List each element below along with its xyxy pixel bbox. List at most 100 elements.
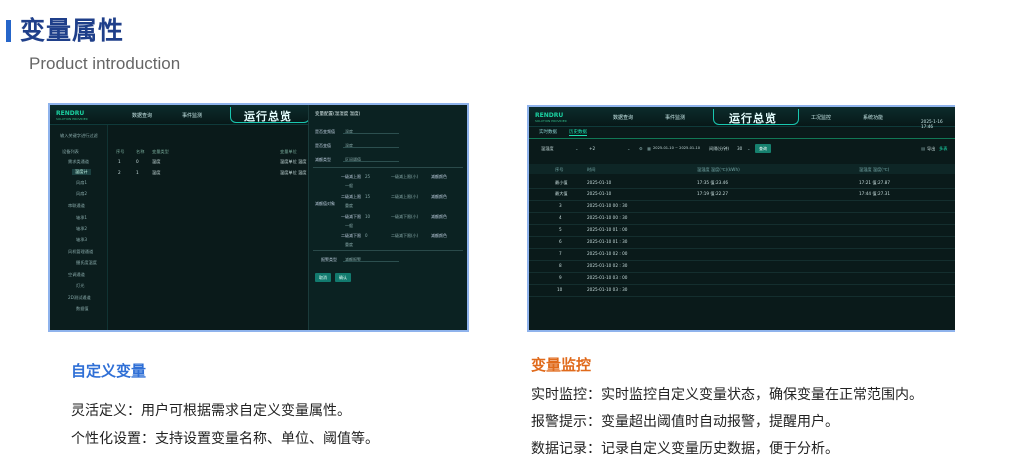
variable-select[interactable]: +2 [589,146,595,151]
tree-filter-input[interactable]: 输入关键字进行过滤 [60,133,98,139]
row-divider [529,188,955,189]
threshold-value[interactable]: 0 [365,233,368,238]
tree-item[interactable]: 轴承2 [76,226,87,232]
tree-item[interactable]: 摄氏度温度 [76,260,97,266]
threshold-level[interactable]: 一般 [345,223,353,229]
table-cell: 2025-01-10 02 : 30 [587,263,628,268]
table-cell: 2025-01-10 02 : 00 [587,251,628,256]
tree-item[interactable]: 数据值 [76,306,89,312]
interval-select[interactable]: 30 [737,146,742,151]
settings-icon[interactable]: ⚙ [639,146,643,151]
tree-item[interactable]: 轴承3 [76,237,87,243]
threshold-extra: 二级减上限(小) [391,194,419,199]
threshold-value[interactable]: 15 [365,194,370,199]
tree-item[interactable]: 空调通道 [68,272,85,278]
nav-data-query[interactable]: 数据查询 [132,112,152,119]
tree-item[interactable]: 设备列表 [62,149,79,155]
table-cell: 1 [118,159,121,164]
app-logo: RENDRU [535,112,564,119]
threshold-label: 二级减下限 [341,233,361,238]
export-button[interactable]: 导出 [927,146,935,152]
table-header-cell: 变量类型 [152,149,169,154]
table-header-cell: 序号 [116,149,125,154]
tree-item[interactable]: 需求类通道 [68,159,89,165]
interval-label: 间隔(分钟) [709,146,730,151]
tab-history[interactable]: 历史数据 [569,129,587,136]
tree-item[interactable]: 灯光 [76,283,84,289]
threshold-extra: 一级减下限(小) [391,214,419,219]
chevron-down-icon[interactable]: ⌄ [747,146,751,151]
row-divider [529,284,955,285]
nav-condition-monitor[interactable]: 工况监控 [811,114,831,121]
feature-left-line: 个性化设置：支持设置变量名称、单位、阈值等。 [71,431,379,447]
tree-item[interactable]: 风扇2 [76,191,87,197]
divider [313,167,463,168]
table-cell: 5 [559,227,562,232]
table-header-cell: 温湿度 温度(℃)(kWh) [697,167,740,172]
threshold-label: 一级减上限 [341,174,361,179]
table-header-cell: 时间 [587,167,596,172]
form-label: 是否变频值 [315,129,335,134]
table-cell: 6 [559,239,562,244]
nav-event-monitor[interactable]: 事件监测 [182,112,202,119]
right-app-screenshot: RENDRU SOLUTION PROVIDER 数据查询 事件监测 运行总览 … [527,105,955,332]
table-cell: 9 [559,275,562,280]
export-icon[interactable]: ▤ [921,146,925,151]
form-select[interactable] [343,155,399,162]
tree-item-selected[interactable]: 温度计 [72,169,91,175]
feature-right-title: 变量监控 [531,356,592,374]
cancel-button[interactable]: 取消 [315,273,331,282]
table-cell: 17:21 值:27.87 [859,180,890,185]
query-button[interactable]: 查询 [755,144,771,153]
table-cell: 2025-01-10 03 : 30 [587,287,628,292]
form-select[interactable] [343,141,399,148]
row-divider [529,224,955,225]
filter-row: 温湿度 ⌄ +2 ⌄ ⚙ ▦ 2025-01-10 ~ 2025-01-10 间… [529,141,955,155]
chevron-down-icon[interactable]: ⌄ [575,146,579,151]
threshold-label: 一级减下限 [341,214,361,219]
page-subtitle: Product introduction [29,54,181,73]
app-center-title: 运行总览 [244,110,292,123]
nav-data-query[interactable]: 数据查询 [613,114,633,121]
table-header-cell: 名称 [136,149,145,154]
nav-system-functions[interactable]: 系统功能 [863,114,883,121]
tree-item[interactable]: 风机管理通道 [68,249,93,255]
table-cell: 2025-01-10 00 : 30 [587,203,628,208]
tab-realtime[interactable]: 实时数据 [539,129,557,135]
table-cell: 1 [136,170,139,175]
nav-event-monitor[interactable]: 事件监测 [665,114,685,121]
threshold-level[interactable]: 重度 [345,242,353,248]
form-label: 是否变值 [315,143,331,148]
form-label: 减额类型 [315,157,331,162]
tabs-row: 实时数据 历史数据 [529,127,955,139]
variable-config-panel: 变量配置(温湿度 温度) 是否变频值 温度 是否变值 温度 减额类型 区间阈值 … [308,105,467,330]
threshold-level[interactable]: 重度 [345,203,353,209]
row-divider [529,200,955,201]
left-app-screenshot: RENDRU SOLUTION PROVIDER 数据查询 事件监测 运行总览 … [48,103,469,332]
calendar-icon[interactable]: ▦ [647,146,651,151]
title-accent-bar [6,20,11,42]
chevron-down-icon[interactable]: ⌄ [627,146,631,151]
table-cell: 4 [559,215,562,220]
tree-item[interactable]: 轴承1 [76,215,87,221]
threshold-value[interactable]: 10 [365,214,370,219]
threshold-value[interactable]: 25 [365,174,370,179]
tree-item[interactable]: 2D测试通道 [68,295,91,301]
table-cell: 温度单位 温度 [280,159,307,164]
form-select[interactable] [343,127,399,134]
date-range-input[interactable]: 2025-01-10 ~ 2025-01-10 [653,146,700,150]
multi-table-toggle[interactable]: 多表 [939,146,947,152]
threshold-level[interactable]: 一般 [345,183,353,189]
confirm-button[interactable]: 确认 [335,273,351,282]
tree-item[interactable]: 串联通道 [68,203,85,209]
threshold-color-label: 减额颜色 [431,174,447,179]
table-cell: 8 [559,263,562,268]
device-select[interactable]: 温湿度 [541,146,554,152]
alarm-type-select[interactable] [343,255,399,262]
app-logo-subtitle: SOLUTION PROVIDER [56,117,88,121]
table-header: 序号 时间 温湿度 温度(℃)(kWh) 温湿度 温度(℃) [529,164,955,174]
row-divider [529,248,955,249]
tree-item[interactable]: 风扇1 [76,180,87,186]
table-cell: 2025-01-10 [587,180,612,185]
row-divider [529,236,955,237]
